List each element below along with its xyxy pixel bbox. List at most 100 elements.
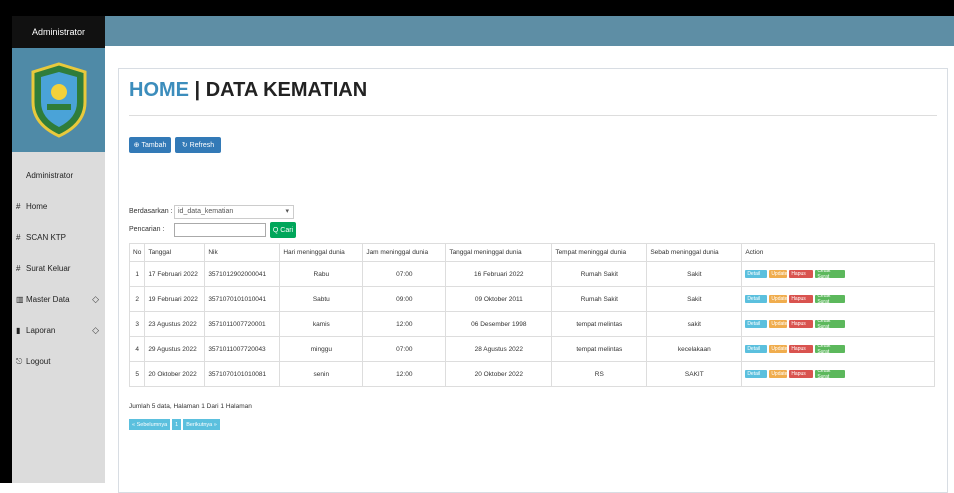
top-navbar <box>105 16 954 46</box>
chevron-icon: ◇ <box>92 325 99 335</box>
filter-select[interactable]: id_data_kematian ▾ <box>174 205 294 219</box>
table-cell: kamis <box>279 311 364 337</box>
table-cell: Sabtu <box>279 286 364 312</box>
action-cell: Detail Update Hapus Cetak Surat <box>741 261 935 287</box>
divider <box>129 115 937 116</box>
action-cell: Detail Update Hapus Cetak Surat <box>741 361 935 387</box>
hapus-button[interactable]: Hapus <box>789 345 814 353</box>
table-row: 1 17 Februari 2022 3571012902000041 Rabu 07:… <box>128 261 935 287</box>
table-icon: ▥ <box>16 295 24 304</box>
table-cell: 20 Oktober 2022 <box>144 361 206 387</box>
detail-button[interactable]: Detail <box>745 270 768 278</box>
table-cell: 3571011007720001 <box>204 311 281 337</box>
table-cell: 09:00 <box>362 286 447 312</box>
hapus-button[interactable]: Hapus <box>789 295 814 303</box>
cetak-surat-button[interactable]: Cetak Surat <box>815 368 846 380</box>
sidebar-item-master-data[interactable]: ▥ Master Data ◇ <box>12 284 105 315</box>
sidebar-item-home[interactable]: # Home <box>12 191 105 222</box>
sidebar-item-label: Home <box>26 202 48 211</box>
column-header: Tanggal <box>144 243 206 262</box>
table-cell: Rumah Sakit <box>551 261 648 287</box>
sidebar-item-scan-ktp[interactable]: # SCAN KTP <box>12 222 105 253</box>
sidebar-item-surat-keluar[interactable]: # Surat Keluar <box>12 253 105 284</box>
sidebar-item-laporan[interactable]: ▮ Laporan ◇ <box>12 315 105 346</box>
hapus-button[interactable]: Hapus <box>789 320 814 328</box>
sidebar-item-label: SCAN KTP <box>26 233 67 242</box>
table-cell: kecelakaan <box>646 336 743 362</box>
column-header: Action <box>741 243 935 262</box>
table-cell: 3 <box>128 311 146 337</box>
table-cell: 3571070101010041 <box>204 286 281 312</box>
prev-page-button[interactable]: « Sebelumnya <box>129 419 171 430</box>
cetak-surat-button[interactable]: Cetak Surat <box>815 343 846 355</box>
table-row: 2 19 Februari 2022 3571070101010041 Sabtu 09… <box>128 286 935 312</box>
update-button[interactable]: Update <box>769 295 787 303</box>
table-cell: 12:00 <box>362 361 447 387</box>
cari-button[interactable]: Q Cari <box>270 222 296 238</box>
table-cell: 20 Oktober 2022 <box>445 361 553 387</box>
berdasarkan-label: Berdasarkan : <box>129 208 173 215</box>
table-cell: 5 <box>128 361 146 387</box>
action-cell: Detail Update Hapus Cetak Surat <box>741 311 935 337</box>
cetak-surat-button[interactable]: Cetak Surat <box>815 268 846 280</box>
column-header: No <box>128 243 146 262</box>
table-cell: 07:00 <box>362 336 447 362</box>
table-cell: 09 Oktober 2011 <box>445 286 553 312</box>
sidebar-item-label: Administrator <box>26 171 74 180</box>
column-header: Tanggal meninggal dunia <box>445 243 553 262</box>
screen-frame: Administrator Administrator # Home # SCAN … <box>0 0 954 493</box>
table-row: 4 29 Agustus 2022 3571011007720043 minggu 07… <box>128 336 935 362</box>
page-title: HOME | DATA KEMATIAN <box>129 79 367 102</box>
refresh-button[interactable]: ↻ Refresh <box>175 137 221 153</box>
table-cell: minggu <box>279 336 364 362</box>
report-icon: ▮ <box>16 326 21 335</box>
column-header: Jam meninggal dunia <box>362 243 447 262</box>
detail-button[interactable]: Detail <box>745 295 768 303</box>
pagination-info: Jumlah 5 data, Halaman 1 Dari 1 Halaman <box>129 403 252 410</box>
update-button[interactable]: Update <box>769 270 787 278</box>
table-cell: 16 Februari 2022 <box>445 261 553 287</box>
next-page-button[interactable]: Berikutnya » <box>183 419 220 430</box>
table-cell: 3571070101010081 <box>204 361 281 387</box>
sidebar-item-label: Master Data <box>26 295 70 304</box>
content-card: HOME | DATA KEMATIAN ⊕ Tambah ↻ Refresh … <box>118 68 948 493</box>
table-row: 5 20 Oktober 2022 3571070101010081 senin 12:… <box>128 361 935 387</box>
table-cell: 12:00 <box>362 311 447 337</box>
table-cell: 1 <box>128 261 146 287</box>
home-icon: # <box>16 202 21 211</box>
tambah-button[interactable]: ⊕ Tambah <box>129 137 171 153</box>
table-cell: Rabu <box>279 261 364 287</box>
table-cell: 29 Agustus 2022 <box>144 336 206 362</box>
hapus-button[interactable]: Hapus <box>789 270 814 278</box>
table-cell: Rumah Sakit <box>551 286 648 312</box>
scan-icon: # <box>16 233 21 242</box>
cetak-surat-button[interactable]: Cetak Surat <box>815 318 846 330</box>
mail-icon: # <box>16 264 21 273</box>
sidebar-item-label: Logout <box>26 357 51 366</box>
detail-button[interactable]: Detail <box>745 345 768 353</box>
pagination: « Sebelumnya 1 Berikutnya » <box>129 419 220 430</box>
hapus-button[interactable]: Hapus <box>789 370 814 378</box>
table-cell: tempat melintas <box>551 336 648 362</box>
page-1-button[interactable]: 1 <box>172 419 182 430</box>
detail-button[interactable]: Detail <box>745 370 768 378</box>
sidebar-item-logout[interactable]: ⎋ Logout <box>12 346 105 377</box>
sidebar-menu: Administrator # Home # SCAN KTP # Surat Kel… <box>12 152 105 377</box>
table-cell: 23 Agustus 2022 <box>144 311 206 337</box>
detail-button[interactable]: Detail <box>745 320 768 328</box>
emblem-logo <box>31 62 86 138</box>
column-header: Sebab meninggal dunia <box>646 243 743 262</box>
table-cell: RS <box>551 361 648 387</box>
cetak-surat-button[interactable]: Cetak Surat <box>815 293 846 305</box>
search-input[interactable] <box>174 223 266 237</box>
plus-icon: ⊕ <box>133 142 142 149</box>
update-button[interactable]: Update <box>769 370 787 378</box>
table-cell: 17 Februari 2022 <box>144 261 206 287</box>
update-button[interactable]: Update <box>769 320 787 328</box>
update-button[interactable]: Update <box>769 345 787 353</box>
table-cell: 4 <box>128 336 146 362</box>
table-cell: tempat melintas <box>551 311 648 337</box>
table-cell: 28 Agustus 2022 <box>445 336 553 362</box>
pencarian-label: Pencarian : <box>129 226 165 233</box>
table-cell: Sakit <box>646 261 743 287</box>
